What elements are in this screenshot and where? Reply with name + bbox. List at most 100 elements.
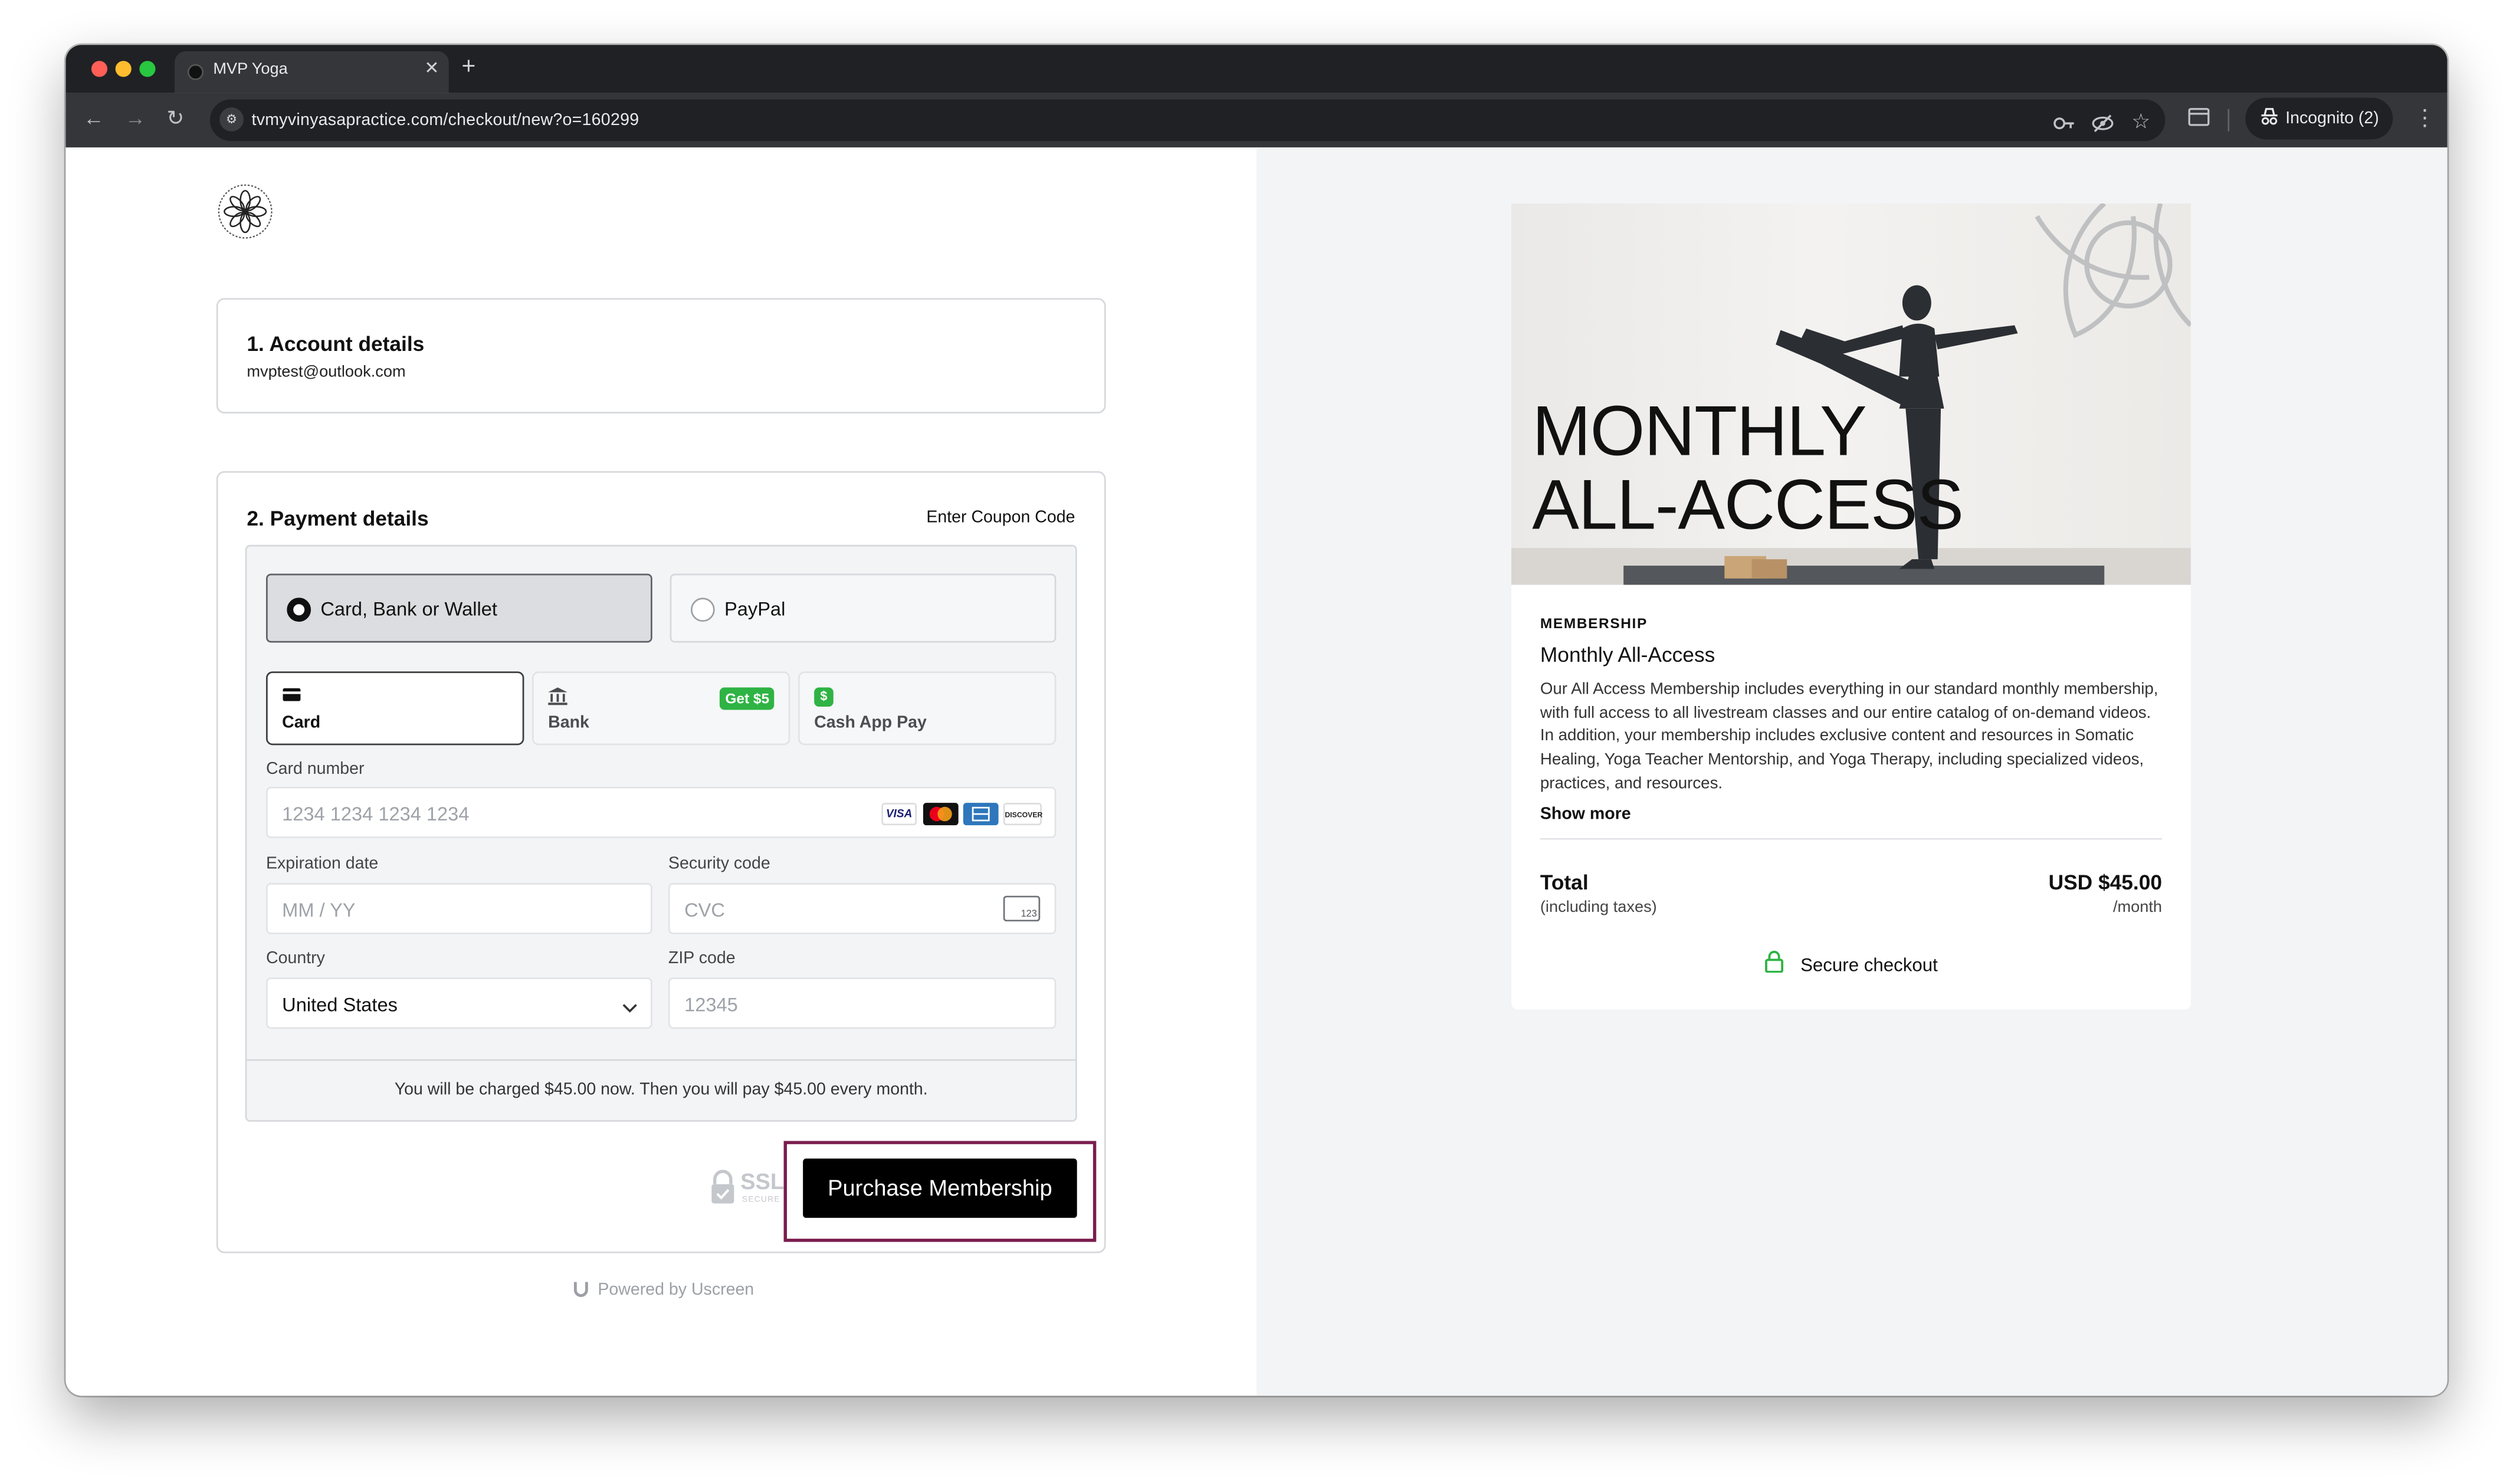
new-tab-icon[interactable]: +	[461, 54, 475, 78]
lock-icon	[711, 1170, 734, 1204]
tab-label: Cash App Pay	[814, 713, 927, 733]
product-hero-image: MONTHLY ALL-ACCESS	[1511, 203, 2191, 585]
bank-icon	[548, 687, 567, 710]
country-label: Country	[265, 948, 325, 968]
tab-strip: MVP Yoga ✕ +	[65, 45, 2448, 93]
secure-checkout-text: Secure checkout	[1800, 956, 1938, 976]
purchase-highlight: Purchase Membership	[783, 1141, 1097, 1242]
method-label: Card, Bank or Wallet	[320, 597, 497, 620]
hero-title: MONTHLY ALL-ACCESS	[1532, 392, 1964, 545]
password-key-icon[interactable]	[2053, 114, 2075, 138]
charge-note: You will be charged $45.00 now. Then you…	[394, 1080, 928, 1099]
incognito-icon	[2260, 107, 2279, 130]
tab-close-icon[interactable]: ✕	[424, 58, 439, 79]
account-details-heading: 1. Account details	[247, 331, 425, 356]
mastercard-icon	[923, 803, 959, 826]
card-number-input[interactable]: 1234 1234 1234 1234 VISA DISCOVER	[265, 786, 1057, 838]
expiration-placeholder: MM / YY	[282, 899, 356, 922]
maximize-window-button[interactable]	[139, 61, 156, 77]
billing-period: /month	[2112, 899, 2163, 917]
visa-icon: VISA	[881, 803, 917, 826]
site-info-icon[interactable]: ⚙	[219, 107, 244, 132]
country-select[interactable]: United States	[265, 977, 652, 1029]
ssl-text: SSL	[740, 1168, 785, 1194]
forward-icon[interactable]: →	[125, 106, 146, 131]
tab-cash-app-pay[interactable]: $ Cash App Pay	[798, 671, 1057, 746]
radio-selected[interactable]	[287, 597, 311, 622]
security-code-input[interactable]: CVC 123	[668, 882, 1057, 934]
eye-off-icon[interactable]	[2091, 114, 2114, 138]
browser-tab[interactable]: MVP Yoga ✕	[175, 51, 449, 93]
product-eyebrow: MEMBERSHIP	[1540, 615, 1648, 632]
toolbar-divider	[2227, 109, 2230, 132]
zip-placeholder: 12345	[684, 993, 738, 1016]
product-description: Our All Access Membership includes every…	[1540, 681, 2158, 793]
powered-by-text: Powered by Uscreen	[598, 1280, 754, 1300]
tab-search-icon[interactable]	[2187, 107, 2210, 132]
expiration-label: Expiration date	[265, 854, 379, 874]
zip-input[interactable]: 12345	[668, 977, 1057, 1029]
tab-title: MVP Yoga	[213, 61, 288, 79]
account-email: mvptest@outlook.com	[247, 363, 406, 382]
bookmark-star-icon[interactable]: ☆	[2131, 110, 2150, 133]
cvc-placeholder: CVC	[684, 899, 725, 922]
hero-title-line-1: MONTHLY	[1532, 392, 1866, 471]
purchase-membership-button[interactable]: Purchase Membership	[803, 1158, 1077, 1218]
favicon-icon	[187, 64, 204, 80]
tab-label: Bank	[548, 713, 589, 733]
chevron-down-icon	[622, 995, 638, 1024]
yoga-logo-icon	[218, 184, 273, 239]
tab-label: Card	[282, 713, 321, 733]
reload-icon[interactable]: ↻	[167, 106, 185, 131]
total-label: Total	[1540, 870, 1589, 894]
expiration-input[interactable]: MM / YY	[265, 882, 652, 934]
browser-window: MVP Yoga ✕ + ← → ↻ ⚙ tvmyvinyasapractice…	[65, 45, 2448, 1396]
tab-bank[interactable]: Get $5 Bank	[532, 671, 790, 746]
close-window-button[interactable]	[91, 61, 108, 77]
checkout-page: 1. Account details mvptest@outlook.com 2…	[65, 147, 2448, 1396]
product-details-card: MEMBERSHIP Monthly All-Access Our All Ac…	[1511, 585, 2191, 1010]
enter-coupon-link[interactable]: Enter Coupon Code	[926, 508, 1075, 527]
panel-divider	[247, 1059, 1075, 1061]
method-card-bank-wallet[interactable]: Card, Bank or Wallet	[265, 573, 652, 643]
card-number-placeholder: 1234 1234 1234 1234	[282, 803, 470, 826]
address-bar[interactable]: ⚙ tvmyvinyasapractice.com/checkout/new?o…	[209, 99, 2166, 142]
padlock-icon	[1764, 950, 1784, 981]
browser-toolbar: ← → ↻ ⚙ tvmyvinyasapractice.com/checkout…	[65, 93, 2448, 147]
payment-details-card: 2. Payment details Enter Coupon Code Car…	[216, 471, 1106, 1253]
summary-divider	[1540, 838, 2163, 840]
method-label: PayPal	[724, 597, 786, 620]
url-text[interactable]: tvmyvinyasapractice.com/checkout/new?o=1…	[252, 110, 639, 130]
discover-icon: DISCOVER	[1003, 803, 1042, 826]
account-details-card: 1. Account details mvptest@outlook.com	[216, 298, 1106, 413]
security-code-label: Security code	[668, 854, 770, 874]
secure-checkout: Secure checkout	[1511, 950, 2191, 981]
minimize-window-button[interactable]	[115, 61, 132, 77]
credit-card-icon	[282, 688, 301, 707]
incognito-label: Incognito (2)	[2285, 109, 2379, 129]
hero-title-line-2: ALL-ACCESS	[1532, 466, 1964, 545]
menu-kebab-icon[interactable]: ⋮	[2414, 106, 2436, 128]
radio-unselected[interactable]	[690, 597, 715, 622]
method-paypal[interactable]: PayPal	[670, 573, 1057, 643]
amex-icon	[963, 803, 999, 826]
total-price: USD $45.00	[2048, 870, 2163, 894]
cvc-card-icon: 123	[1003, 895, 1041, 922]
card-number-label: Card number	[265, 759, 365, 779]
zip-label: ZIP code	[668, 948, 736, 968]
tab-card[interactable]: Card	[265, 671, 524, 746]
order-summary-pane: MONTHLY ALL-ACCESS MEMBERSHIP Monthly Al…	[1256, 147, 2448, 1396]
promo-badge: Get $5	[720, 687, 775, 710]
uscreen-logo-icon	[572, 1281, 590, 1305]
product-name: Monthly All-Access	[1540, 642, 1715, 667]
ssl-secure-badge: SSL SECURE	[710, 1167, 790, 1209]
incognito-badge[interactable]: Incognito (2)	[2245, 97, 2393, 140]
cash-app-icon: $	[814, 687, 834, 707]
ssl-sub-text: SECURE	[742, 1195, 780, 1206]
payment-details-heading: 2. Payment details	[247, 506, 429, 531]
payment-method-panel: Card, Bank or Wallet PayPal Card Get $5 …	[245, 544, 1077, 1122]
total-sub-label: (including taxes)	[1540, 899, 1657, 917]
country-value: United States	[282, 993, 398, 1016]
show-more-link[interactable]: Show more	[1540, 805, 1631, 824]
back-icon[interactable]: ←	[83, 106, 104, 131]
